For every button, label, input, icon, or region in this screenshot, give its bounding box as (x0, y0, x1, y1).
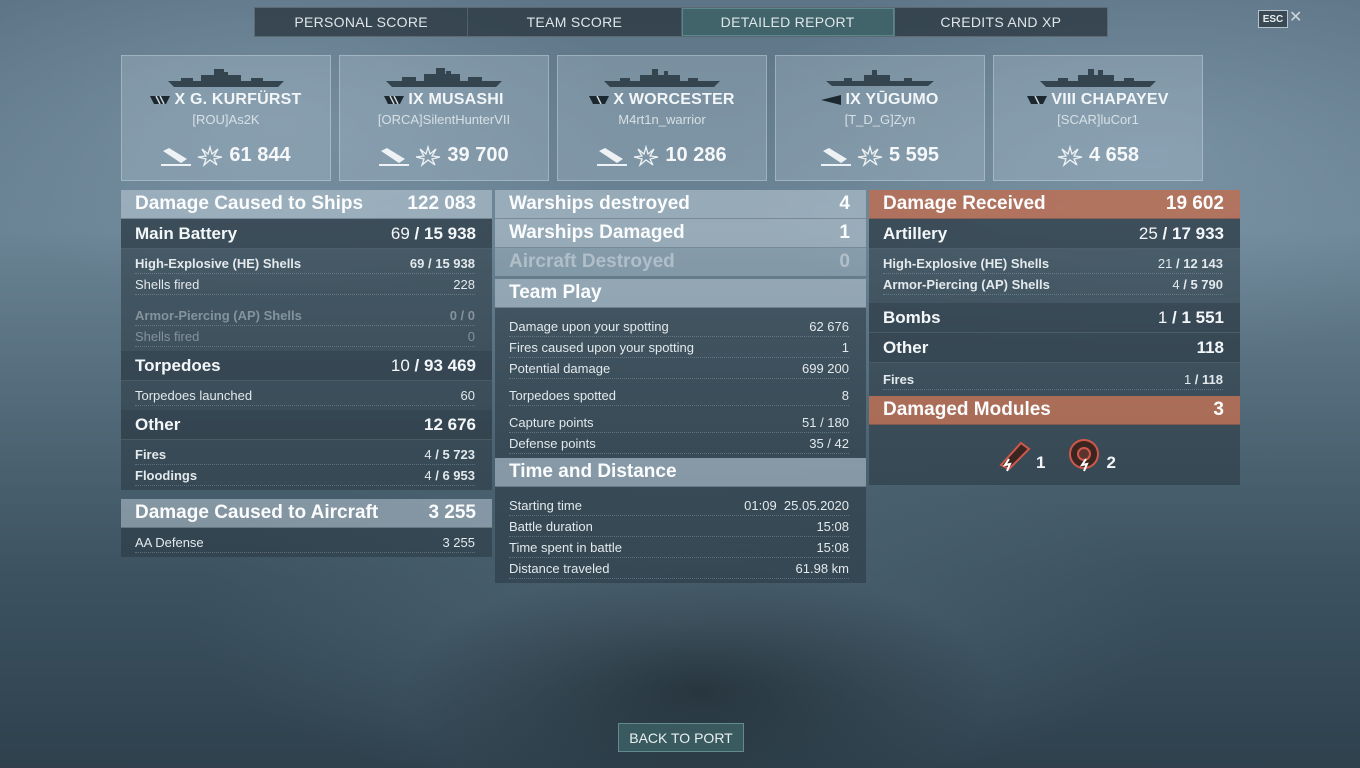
cruiser-icon (1027, 95, 1048, 105)
destroyer-silhouette-icon (826, 70, 934, 86)
ship-card-1: X G. KURFÜRST [ROU]As2K 61 844 (121, 55, 331, 181)
report-tabs: PERSONAL SCORE TEAM SCORE DETAILED REPOR… (254, 7, 1108, 37)
torpedoes-launched-row: Torpedoes launched 60 (135, 385, 475, 406)
damage-burst-icon (634, 144, 659, 167)
defense-points-row: Defense points 35 / 42 (509, 433, 849, 454)
ship-card-4: IX YŪGUMO [T_D_G]Zyn 5 595 (775, 55, 985, 181)
ship-name: VIII CHAPAYEV (1051, 91, 1169, 108)
torpedoes-row: Torpedoes 10 / 93 469 (121, 351, 492, 381)
damage-upon-spotting-row: Damage upon your spotting 62 676 (509, 316, 849, 337)
damaged-module-item: 1 (993, 437, 1046, 473)
damage-received-panel: Damage Received 19 602 Artillery 25 / 17… (869, 190, 1240, 485)
player-name: [ROU]As2K (192, 112, 260, 127)
received-ap-row: Armor-Piercing (AP) Shells 4 / 5 790 (883, 274, 1223, 295)
ship-card-5: VIII CHAPAYEV [SCAR]luCor1 4 658 (993, 55, 1203, 181)
battleship-silhouette-icon (386, 68, 502, 87)
tab-detailed-report[interactable]: DETAILED REPORT (681, 8, 895, 36)
close-icon[interactable]: ✕ (1289, 7, 1302, 27)
capture-points-row: Capture points 51 / 180 (509, 412, 849, 433)
potential-damage-row: Potential damage 699 200 (509, 358, 849, 379)
player-name: [T_D_G]Zyn (844, 112, 916, 127)
battleship-silhouette-icon (168, 69, 284, 87)
damage-received-header: Damage Received 19 602 (869, 190, 1240, 219)
time-distance-header: Time and Distance (495, 458, 866, 487)
ship-name: IX YŪGUMO (845, 91, 939, 108)
ship-name: IX MUSASHI (408, 91, 504, 108)
battleship-icon (384, 95, 405, 105)
warships-destroyed-row: Warships destroyed 4 (495, 190, 866, 219)
ship-name: X WORCESTER (613, 91, 735, 108)
sunk-ship-icon (597, 147, 628, 166)
damage-burst-icon (1057, 144, 1083, 167)
damaged-modules-list: 1 2 (869, 425, 1240, 485)
bombs-row: Bombs 1 / 1 551 (869, 303, 1240, 333)
warships-damaged-row: Warships Damaged 1 (495, 219, 866, 248)
cruiser-silhouette-icon (1040, 69, 1156, 87)
other-damage-row: Other 12 676 (121, 410, 492, 440)
sunk-ship-icon (820, 147, 851, 166)
distance-traveled-row: Distance traveled 61.98 km (509, 558, 849, 579)
damage-value: 5 595 (888, 144, 940, 166)
received-fires-row: Fires 1 / 118 (883, 369, 1223, 390)
aircraft-destroyed-row: Aircraft Destroyed 0 (495, 248, 866, 277)
aa-defense-row: AA Defense 3 255 (135, 532, 475, 553)
team-play-header: Team Play (495, 279, 866, 308)
sunk-ship-icon (379, 147, 410, 166)
ship-name: X G. KURFÜRST (174, 91, 302, 108)
starting-time-row: Starting time 01:09 25.05.2020 (509, 495, 849, 516)
damage-value: 10 286 (665, 144, 727, 166)
player-name: M4rt1n_warrior (618, 112, 706, 127)
ap-shells-fired-row: Shells fired 0 (135, 326, 475, 347)
he-shells-row: High-Explosive (HE) Shells 69 / 15 938 (135, 253, 475, 274)
damage-caused-ships-header: Damage Caused to Ships 122 083 (121, 190, 492, 219)
cruiser-icon (589, 95, 610, 105)
tab-personal-score[interactable]: PERSONAL SCORE (255, 8, 469, 36)
damaged-module-item: 2 (1064, 437, 1116, 473)
fires-row: Fires 4 / 5 723 (135, 444, 475, 465)
main-battery-row: Main Battery 69 / 15 938 (121, 219, 492, 249)
ship-card-3: X WORCESTER M4rt1n_warrior 10 286 (557, 55, 767, 181)
ship-card-2: IX MUSASHI [ORCA]SilentHunterVII 39 700 (339, 55, 549, 181)
time-in-battle-row: Time spent in battle 15:08 (509, 537, 849, 558)
aa-mount-damaged-icon (1068, 439, 1099, 472)
torpedo-tube-damaged-icon (999, 441, 1031, 472)
tab-team-score[interactable]: TEAM SCORE (468, 8, 682, 36)
damage-caused-aircraft-header: Damage Caused to Aircraft 3 255 (121, 499, 492, 528)
artillery-row: Artillery 25 / 17 933 (869, 219, 1240, 249)
torpedoes-spotted-row: Torpedoes spotted 8 (509, 385, 849, 406)
floodings-row: Floodings 4 / 6 953 (135, 465, 475, 486)
battleship-icon (150, 95, 171, 105)
cruiser-silhouette-icon (604, 69, 720, 87)
damage-burst-icon (416, 144, 441, 167)
ap-shells-row: Armor-Piercing (AP) Shells 0 / 0 (135, 305, 475, 326)
destroyer-icon (821, 94, 842, 105)
damaged-modules-header: Damaged Modules 3 (869, 396, 1240, 425)
team-play-panel: Warships destroyed 4 Warships Damaged 1 … (495, 190, 866, 583)
damage-burst-icon (198, 144, 223, 167)
fires-upon-spotting-row: Fires caused upon your spotting 1 (509, 337, 849, 358)
received-other-row: Other 118 (869, 333, 1240, 363)
battle-duration-row: Battle duration 15:08 (509, 516, 849, 537)
he-shells-fired-row: Shells fired 228 (135, 274, 475, 295)
esc-key-hint[interactable]: ESC (1258, 10, 1288, 28)
damage-burst-icon (857, 144, 883, 167)
received-he-row: High-Explosive (HE) Shells 21 / 12 143 (883, 253, 1223, 274)
damage-value: 4 658 (1088, 144, 1140, 166)
tab-credits-xp[interactable]: CREDITS AND XP (895, 8, 1107, 36)
player-name: [ORCA]SilentHunterVII (377, 112, 511, 127)
damage-value: 61 844 (229, 144, 291, 166)
sunk-ship-icon (161, 147, 192, 166)
damage-value: 39 700 (447, 144, 509, 166)
damage-caused-panel: Damage Caused to Ships 122 083 Main Batt… (121, 190, 492, 557)
player-name: [SCAR]luCor1 (1057, 112, 1139, 127)
back-to-port-button[interactable]: BACK TO PORT (618, 723, 744, 752)
